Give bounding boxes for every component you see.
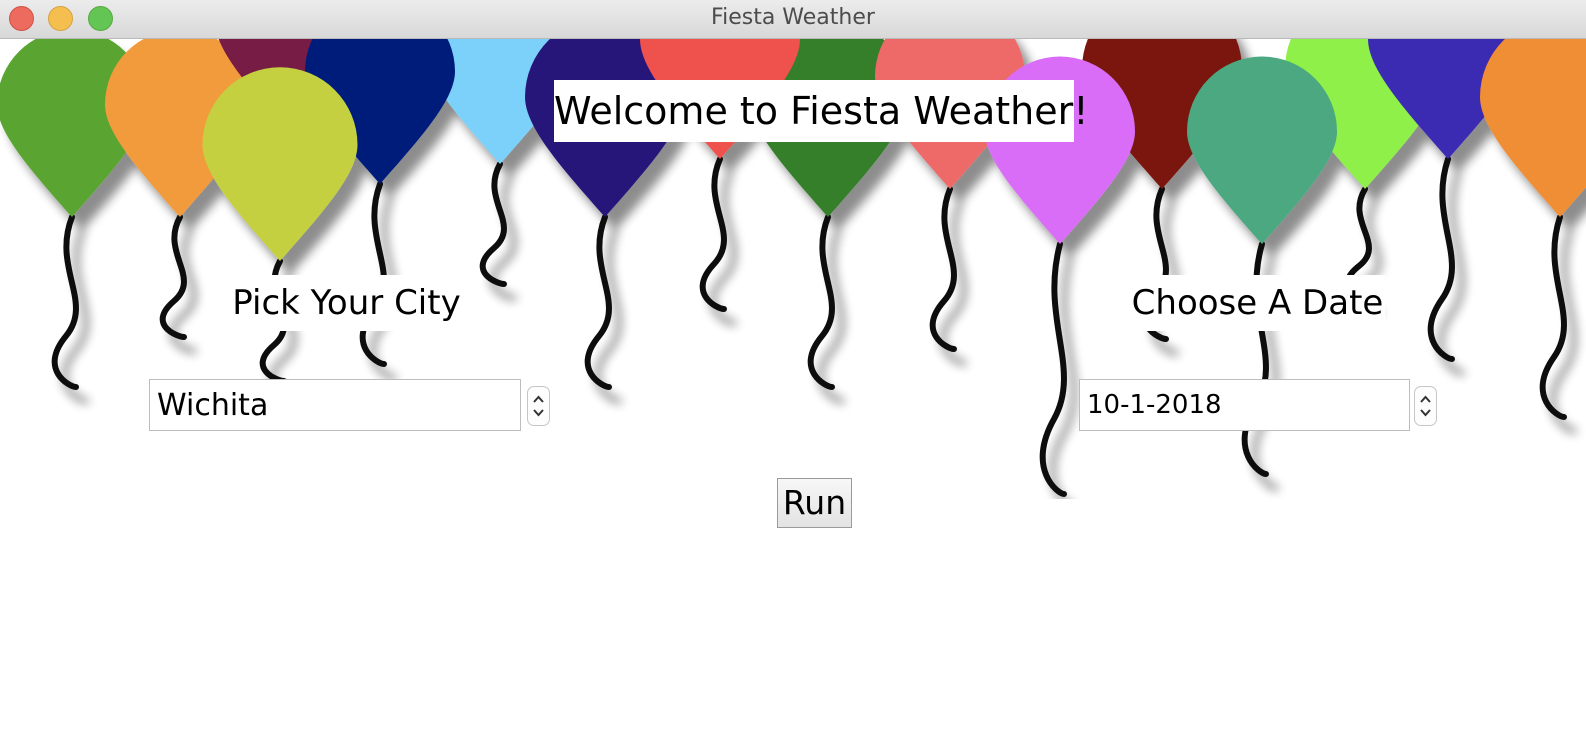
date-stepper-icon[interactable] <box>1414 386 1437 426</box>
app-content: Welcome to Fiesta Weather! Pick Your Cit… <box>0 39 1586 736</box>
window-title: Fiesta Weather <box>711 5 875 30</box>
run-button[interactable]: Run <box>777 478 852 528</box>
city-spinner-field[interactable]: Wichita <box>149 379 521 431</box>
city-label: Pick Your City <box>226 275 467 331</box>
date-spinner-field[interactable]: 10-1-2018 <box>1079 379 1410 431</box>
welcome-title: Welcome to Fiesta Weather! <box>554 80 1088 142</box>
title-bar: Fiesta Weather <box>0 0 1586 39</box>
city-stepper-icon[interactable] <box>527 386 550 426</box>
date-label: Choose A Date <box>1130 275 1385 331</box>
